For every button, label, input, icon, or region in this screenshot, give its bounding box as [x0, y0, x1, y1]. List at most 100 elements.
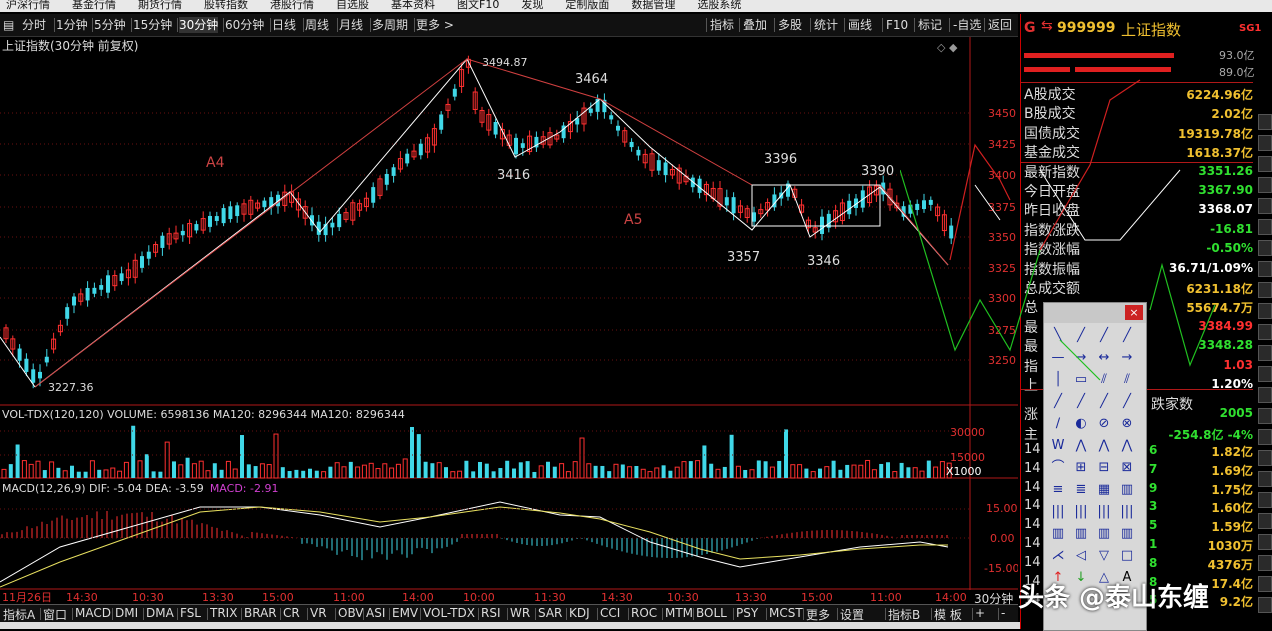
- draw-tool-icon[interactable]: ◁: [1071, 547, 1091, 565]
- period-tab[interactable]: 60分钟: [225, 17, 264, 33]
- indicator-tab[interactable]: +: [975, 606, 985, 620]
- side-tool-icon[interactable]: [1258, 513, 1272, 529]
- draw-tool-icon[interactable]: □: [1117, 547, 1137, 565]
- chart-tool-button[interactable]: 标记: [918, 17, 942, 33]
- indicator-tab[interactable]: BRAR: [244, 606, 277, 620]
- draw-tool-icon[interactable]: ⋀: [1094, 437, 1114, 455]
- side-tool-icon[interactable]: [1258, 471, 1272, 487]
- side-tool-icon[interactable]: [1258, 492, 1272, 508]
- side-tool-icon[interactable]: [1258, 429, 1272, 445]
- draw-tool-icon[interactable]: ≡: [1048, 481, 1068, 499]
- top-menu-item[interactable]: 自选股: [336, 0, 369, 11]
- indicator-tab[interactable]: CCI: [600, 606, 620, 620]
- period-tab[interactable]: 5分钟: [94, 17, 126, 33]
- top-menu-item[interactable]: 基本资料: [391, 0, 435, 11]
- indicator-tab[interactable]: CR: [283, 606, 300, 620]
- side-tool-icon[interactable]: [1258, 597, 1272, 613]
- draw-tool-icon[interactable]: ⊘: [1094, 415, 1114, 433]
- indicator-tab[interactable]: -: [1001, 606, 1005, 620]
- period-tab[interactable]: 30分钟: [179, 17, 219, 33]
- draw-tool-icon[interactable]: ▦: [1094, 481, 1114, 499]
- draw-tool-icon[interactable]: ⌒: [1048, 459, 1068, 477]
- draw-tool-icon[interactable]: ⊞: [1071, 459, 1091, 477]
- indicator-tab[interactable]: SAR: [538, 606, 562, 620]
- indicator-tab[interactable]: RSI: [481, 606, 501, 620]
- top-menu-item[interactable]: 选股系统: [697, 0, 741, 11]
- indicator-tab[interactable]: MCST: [769, 606, 803, 620]
- top-menu-item[interactable]: 发现: [521, 0, 543, 11]
- side-tool-icon[interactable]: [1258, 534, 1272, 550]
- indicator-tab[interactable]: DMA: [146, 606, 174, 620]
- chart-tool-button[interactable]: -自选: [953, 17, 981, 33]
- indicator-tab[interactable]: OBV: [338, 606, 364, 620]
- indicator-tab[interactable]: VR: [310, 606, 327, 620]
- draw-tool-icon[interactable]: ▥: [1094, 525, 1114, 543]
- draw-tool-icon[interactable]: |||: [1094, 503, 1114, 521]
- indicator-tab[interactable]: WR: [510, 606, 530, 620]
- indicator-tab[interactable]: TRIX: [210, 606, 237, 620]
- draw-tool-icon[interactable]: ▥: [1117, 525, 1137, 543]
- draw-tool-icon[interactable]: ⋀: [1071, 437, 1091, 455]
- period-tab[interactable]: 多周期: [372, 17, 408, 33]
- draw-tool-icon[interactable]: ⊗: [1117, 415, 1137, 433]
- chart-tool-button[interactable]: 统计: [814, 17, 838, 33]
- indicator-tab[interactable]: EMV: [392, 606, 418, 620]
- period-tab[interactable]: 分时: [22, 17, 46, 33]
- diamond-icon[interactable]: ◇ ◆: [937, 41, 958, 54]
- indicator-tab[interactable]: 模 板: [934, 606, 962, 623]
- period-tab[interactable]: 月线: [339, 17, 363, 33]
- period-tab[interactable]: 周线: [305, 17, 329, 33]
- indicator-tab[interactable]: ASI: [366, 606, 385, 620]
- top-menu-item[interactable]: 数据管理: [631, 0, 675, 11]
- side-tool-icon[interactable]: [1258, 408, 1272, 424]
- indicator-tab[interactable]: DMI: [115, 606, 138, 620]
- draw-tool-icon[interactable]: |||: [1048, 503, 1068, 521]
- draw-tool-icon[interactable]: ◐: [1071, 415, 1091, 433]
- chart-tool-button[interactable]: 指标: [710, 17, 734, 33]
- draw-tool-icon[interactable]: ⊟: [1094, 459, 1114, 477]
- draw-tool-icon[interactable]: W: [1048, 437, 1068, 455]
- top-menu-item[interactable]: 图文F10: [457, 0, 499, 11]
- side-tool-icon[interactable]: [1258, 450, 1272, 466]
- top-menu-item[interactable]: 定制版面: [565, 0, 609, 11]
- top-menu-item[interactable]: 基金行情: [72, 0, 116, 11]
- chart-tool-button[interactable]: 叠加: [743, 17, 767, 33]
- indicator-tab[interactable]: 指标B: [888, 606, 920, 623]
- chart-tool-button[interactable]: 画线: [848, 17, 872, 33]
- side-tool-icon[interactable]: [1258, 555, 1272, 571]
- indicator-tab[interactable]: ROC: [631, 606, 657, 620]
- indicator-tab[interactable]: FSL: [180, 606, 201, 620]
- period-tab[interactable]: 更多 >: [416, 17, 454, 33]
- indicator-tab[interactable]: MACD: [75, 606, 111, 620]
- menu-icon[interactable]: ▤: [3, 17, 14, 33]
- draw-tool-icon[interactable]: ▥: [1071, 525, 1091, 543]
- top-menu-item[interactable]: 沪深行情: [6, 0, 50, 11]
- indicator-tab[interactable]: PSY: [736, 606, 758, 620]
- draw-tool-icon[interactable]: ▽: [1094, 547, 1114, 565]
- indicator-tab[interactable]: VOL-TDX: [423, 606, 475, 620]
- draw-tool-icon[interactable]: ⋌: [1048, 547, 1068, 565]
- top-menu-item[interactable]: 期货行情: [138, 0, 182, 11]
- chart-tool-button[interactable]: 多股: [778, 17, 802, 33]
- chart-tool-button[interactable]: F10: [886, 17, 908, 33]
- draw-tool-icon[interactable]: |||: [1071, 503, 1091, 521]
- side-tool-icon[interactable]: [1258, 576, 1272, 592]
- chart-tool-button[interactable]: 返回: [988, 17, 1012, 33]
- draw-tool-icon[interactable]: ▥: [1048, 525, 1068, 543]
- draw-tool-icon[interactable]: ∕: [1048, 415, 1068, 433]
- period-tab[interactable]: 15分钟: [133, 17, 172, 33]
- indicator-tab[interactable]: 设置: [840, 606, 864, 623]
- indicator-tab[interactable]: 更多: [806, 606, 830, 623]
- indicator-tab[interactable]: KDJ: [569, 606, 590, 620]
- collapse-icon[interactable]: ⇆: [1041, 18, 1053, 34]
- indicator-tab[interactable]: BOLL: [696, 606, 727, 620]
- draw-tool-icon[interactable]: ▥: [1117, 481, 1137, 499]
- draw-tool-icon[interactable]: |||: [1117, 503, 1137, 521]
- draw-tool-icon[interactable]: ⊠: [1117, 459, 1137, 477]
- top-menu-item[interactable]: 股转指数: [204, 0, 248, 11]
- top-menu-item[interactable]: 港股行情: [270, 0, 314, 11]
- indicator-tab[interactable]: 窗口: [43, 606, 67, 623]
- period-tab[interactable]: 1分钟: [56, 17, 88, 33]
- kline-chart[interactable]: 上证指数(30分钟 前复权) ◇ ◆ 345034253400337533503…: [0, 37, 1018, 604]
- period-tab[interactable]: 日线: [272, 17, 296, 33]
